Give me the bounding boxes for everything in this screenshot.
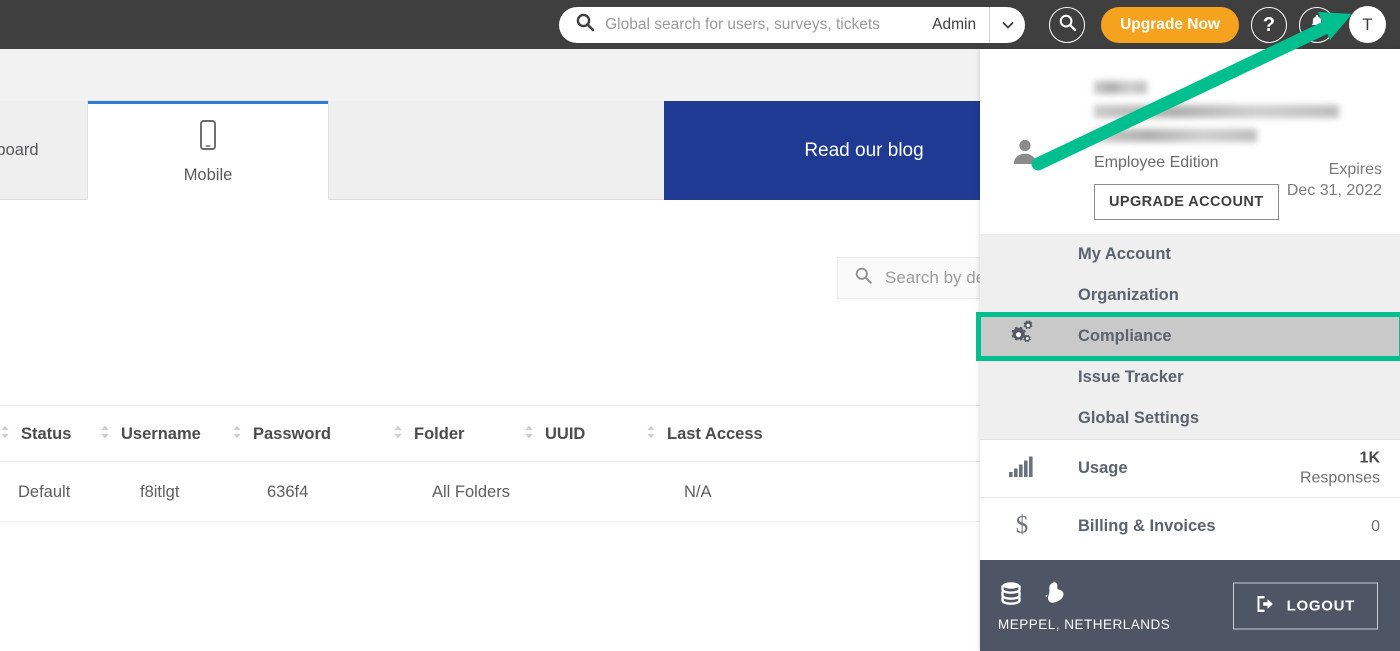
question-mark-icon: ?	[1262, 13, 1276, 36]
global-search-box[interactable]: Admin	[559, 6, 1026, 43]
location-label: MEPPEL, NETHERLANDS	[998, 616, 1171, 632]
account-expiry: Expires Dec 31, 2022	[1287, 159, 1382, 201]
column-header-label: Username	[121, 425, 201, 443]
tab-dashboard[interactable]: board	[0, 101, 90, 200]
svg-text:$: $	[1016, 511, 1029, 538]
column-header-label: Password	[253, 425, 331, 443]
column-header-label: Last Access	[667, 425, 763, 443]
table-search-placeholder: Search by de	[885, 268, 986, 287]
logout-icon	[1256, 594, 1277, 617]
content-area: Search by de Status Username Password Fo…	[0, 200, 1157, 651]
expires-date: Dec 31, 2022	[1286, 182, 1382, 200]
datacenter-location: MEPPEL, NETHERLANDS	[998, 580, 1170, 632]
user-avatar-icon	[1010, 136, 1040, 171]
help-button[interactable]: ?	[1251, 6, 1287, 43]
column-header-label: UUID	[545, 425, 586, 443]
account-menu: My Account Organization Compliance Issue…	[976, 234, 1400, 439]
table-header-row: Status Username Password Folder UUID Las…	[0, 405, 980, 462]
column-header-folder[interactable]: Folder	[393, 406, 464, 463]
column-header-last-access[interactable]: Last Access	[646, 406, 763, 463]
menu-item-organization[interactable]: Organization	[980, 275, 1400, 316]
menu-item-global-settings[interactable]: Global Settings	[980, 398, 1400, 439]
tab-mobile-label: Mobile	[183, 166, 233, 184]
expires-label: Expires	[1328, 161, 1382, 178]
global-search-button[interactable]	[1049, 6, 1086, 43]
cell-username: f8itlgt	[140, 482, 180, 501]
column-header-password[interactable]: Password	[232, 406, 331, 463]
search-icon	[575, 12, 595, 37]
search-icon	[1058, 13, 1077, 37]
notifications-button[interactable]	[1299, 6, 1335, 43]
sort-arrows-icon[interactable]	[646, 424, 656, 445]
search-scope-label: Admin	[932, 15, 977, 33]
bar-chart-icon	[1008, 455, 1036, 482]
credentials-table: Status Username Password Folder UUID Las…	[0, 405, 980, 522]
billing-row[interactable]: $ Billing & Invoices 0	[980, 497, 1400, 555]
menu-item-label: Compliance	[1078, 327, 1172, 345]
search-icon	[854, 266, 873, 290]
usage-unit: Responses	[1299, 469, 1380, 487]
usage-row[interactable]: Usage 1K Responses	[980, 439, 1400, 497]
column-header-username[interactable]: Username	[100, 406, 201, 463]
sort-arrows-icon[interactable]	[0, 424, 10, 445]
database-icon	[998, 580, 1024, 611]
chevron-down-icon[interactable]	[989, 6, 1025, 43]
tab-dashboard-label: board	[0, 141, 39, 159]
user-name-redacted	[1094, 81, 1147, 94]
usage-value: 1K Responses	[1300, 448, 1380, 489]
upgrade-account-button[interactable]: UPGRADE ACCOUNT	[1094, 184, 1279, 220]
cell-password: 636f4	[267, 482, 309, 501]
gears-icon	[1008, 320, 1038, 353]
logout-label: LOGOUT	[1286, 597, 1355, 614]
dollar-sign-icon: $	[1008, 510, 1036, 543]
sort-arrows-icon[interactable]	[232, 424, 242, 445]
column-header-label: Folder	[414, 425, 465, 443]
menu-item-label: Global Settings	[1078, 409, 1200, 427]
menu-item-my-account[interactable]: My Account	[980, 234, 1400, 275]
column-header-status[interactable]: Status	[0, 406, 71, 463]
usage-label: Usage	[1078, 459, 1128, 477]
upgrade-now-button[interactable]: Upgrade Now	[1101, 6, 1239, 43]
column-header-label: Status	[21, 425, 72, 443]
menu-item-label: Issue Tracker	[1078, 368, 1184, 386]
user-org-redacted	[1094, 129, 1257, 142]
bell-icon	[1308, 13, 1326, 36]
tab-mobile[interactable]: Mobile	[88, 101, 328, 200]
usage-count: 1K	[1359, 449, 1380, 467]
menu-item-label: My Account	[1078, 245, 1171, 263]
location-icons	[998, 580, 1170, 611]
logout-button[interactable]: LOGOUT	[1232, 582, 1378, 629]
user-email-redacted	[1094, 105, 1339, 118]
menu-item-label: Organization	[1078, 286, 1179, 304]
global-search-input[interactable]	[605, 7, 927, 42]
menu-item-issue-tracker[interactable]: Issue Tracker	[980, 357, 1400, 398]
sort-arrows-icon[interactable]	[393, 424, 403, 445]
billing-value: 0	[1371, 517, 1380, 535]
account-panel-header: Employee Edition UPGRADE ACCOUNT Expires…	[980, 49, 1400, 234]
account-dropdown-panel: Employee Edition UPGRADE ACCOUNT Expires…	[976, 49, 1400, 651]
avatar[interactable]: T	[1349, 6, 1386, 43]
cell-status: Default	[18, 482, 71, 501]
sort-arrows-icon[interactable]	[524, 424, 534, 445]
menu-item-compliance[interactable]: Compliance	[976, 312, 1400, 361]
cell-folder: All Folders	[432, 482, 510, 501]
panel-footer: MEPPEL, NETHERLANDS LOGOUT	[980, 560, 1400, 651]
column-header-uuid[interactable]: UUID	[524, 406, 585, 463]
sort-arrows-icon[interactable]	[100, 424, 110, 445]
cell-last-access: N/A	[684, 482, 712, 501]
table-row[interactable]: Default f8itlgt 636f4 All Folders N/A	[0, 462, 980, 522]
top-bar: Admin Upgrade Now ?	[0, 0, 1400, 49]
mobile-phone-icon	[197, 119, 219, 156]
user-identity-redacted	[1094, 67, 1382, 142]
netherlands-map-icon	[1044, 580, 1068, 611]
